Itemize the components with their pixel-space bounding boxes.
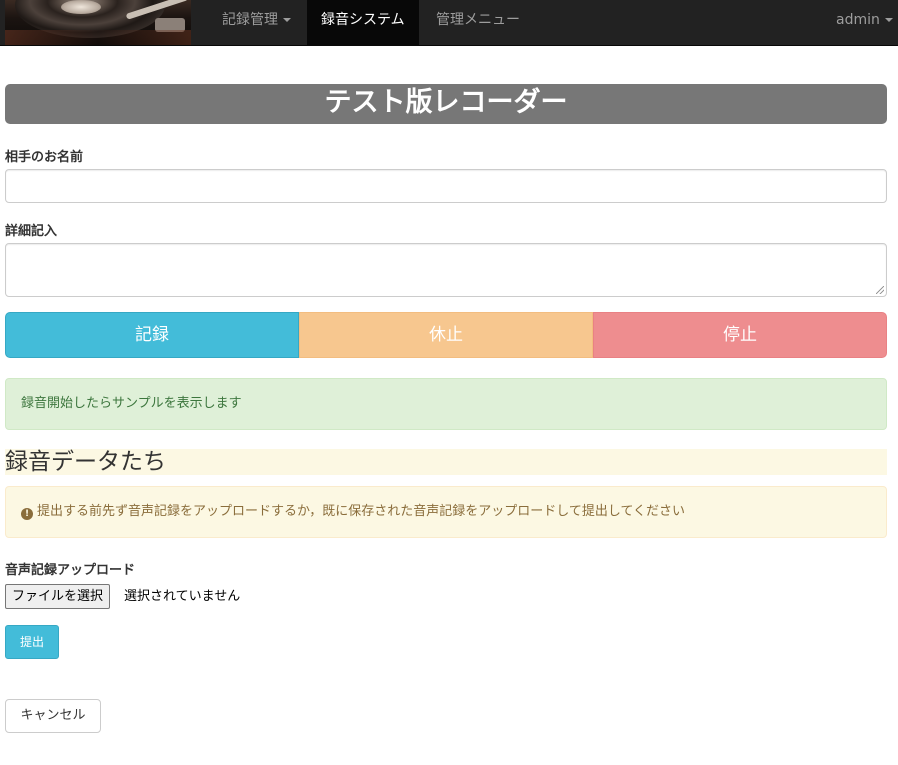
nav-item-recording-system[interactable]: 録音システム [307, 0, 419, 45]
user-menu[interactable]: admin [822, 0, 898, 45]
upload-warning-alert: ! 提出する前先ず音声記録をアップロードするか，既に保存された音声記録をアップロー… [5, 486, 887, 538]
submit-button[interactable]: 提出 [5, 625, 59, 659]
file-status-text: 選択されていません [124, 589, 241, 604]
upload-label: 音声記録アップロード [5, 563, 136, 578]
stop-button[interactable]: 停止 [593, 312, 887, 358]
detail-label: 詳細記入 [5, 224, 58, 239]
nav-item-label: 録音システム [321, 12, 405, 28]
logo-record-label [61, 0, 101, 14]
partner-name-input[interactable] [5, 169, 887, 203]
detail-textarea[interactable] [5, 243, 887, 297]
nav-item-label: 記録管理 [222, 12, 278, 28]
nav-item-admin-menu[interactable]: 管理メニュー [422, 0, 534, 45]
choose-file-button[interactable]: ファイルを選択 [5, 584, 111, 609]
recordings-heading: 録音データたち [5, 449, 887, 475]
nav-item-records-management[interactable]: 記録管理 [208, 0, 305, 45]
pause-button[interactable]: 休止 [299, 312, 593, 358]
recorder-controls: 記録 休止 停止 [5, 312, 887, 358]
warning-text: 提出する前先ず音声記録をアップロードするか，既に保存された音声記録をアップロード… [37, 504, 686, 519]
logo-glow [5, 30, 191, 45]
recording-status-alert: 録音開始したらサンプルを表示します [5, 378, 887, 430]
record-button[interactable]: 記録 [5, 312, 299, 358]
caret-down-icon [884, 18, 893, 22]
resize-handle-icon[interactable] [876, 286, 884, 294]
turntable-logo[interactable] [5, 0, 191, 45]
user-name: admin [836, 12, 880, 28]
cancel-button[interactable]: キャンセル [5, 699, 101, 733]
top-navbar: 記録管理 録音システム 管理メニュー admin [0, 0, 898, 46]
caret-down-icon [283, 18, 291, 22]
page-title: テスト版レコーダー [5, 84, 887, 124]
exclamation-circle-icon: ! [21, 508, 33, 520]
name-label: 相手のお名前 [5, 150, 84, 165]
nav-item-label: 管理メニュー [436, 12, 520, 28]
